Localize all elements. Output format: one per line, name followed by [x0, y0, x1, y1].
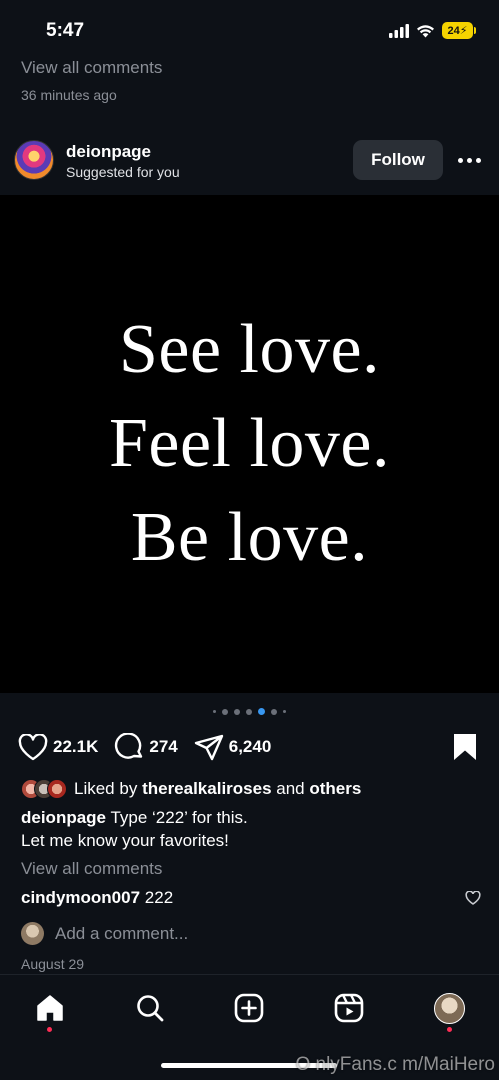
search-icon[interactable]: [135, 993, 165, 1023]
add-comment-row: [21, 922, 355, 945]
quote-line-1: See love.: [118, 311, 381, 388]
create-icon[interactable]: [234, 993, 264, 1023]
liker-avatar: [47, 779, 67, 799]
caption-username[interactable]: deionpage: [21, 808, 106, 827]
quote-line-3: Be love.: [130, 499, 369, 576]
carousel-dot: [234, 708, 240, 715]
post-image[interactable]: See love. Feel love. Be love.: [0, 195, 499, 693]
share-action[interactable]: 6,240: [194, 734, 272, 761]
top-comment-user[interactable]: cindymoon007: [21, 888, 140, 907]
liked-by-and: and: [276, 779, 305, 798]
comments-count[interactable]: 274: [149, 737, 177, 757]
previous-post-time: 36 minutes ago: [21, 87, 117, 103]
heart-icon[interactable]: [18, 733, 48, 761]
signal-icon: [389, 23, 409, 38]
previous-view-all-comments[interactable]: View all comments: [21, 58, 162, 78]
home-icon[interactable]: [35, 993, 65, 1023]
carousel-dot: [246, 708, 252, 715]
post-author-username[interactable]: deionpage: [66, 142, 151, 162]
follow-button[interactable]: Follow: [353, 140, 443, 180]
liked-by-user[interactable]: therealkaliroses: [142, 779, 271, 798]
add-comment-input[interactable]: [55, 923, 355, 944]
more-options-icon[interactable]: [458, 150, 484, 170]
wifi-icon: [417, 24, 434, 37]
nav-profile[interactable]: [432, 991, 466, 1025]
caption-line-2: Let me know your favorites!: [21, 831, 229, 850]
quote-line-2: Feel love.: [108, 405, 391, 482]
carousel-indicator: [0, 708, 499, 715]
share-icon[interactable]: [194, 734, 224, 761]
home-notification-dot: [47, 1027, 52, 1032]
liked-by-text: Liked by therealkaliroses and others: [74, 779, 361, 799]
status-icons: 24 ⚡: [389, 22, 476, 39]
caption-text: Type ‘222’ for this.: [110, 808, 248, 827]
view-all-comments[interactable]: View all comments: [21, 859, 162, 879]
post-date: August 29: [21, 956, 85, 972]
suggested-label: Suggested for you: [66, 164, 180, 180]
liked-by-row[interactable]: Liked by therealkaliroses and others: [21, 779, 361, 799]
reels-icon[interactable]: [334, 993, 364, 1023]
likes-count[interactable]: 22.1K: [53, 737, 98, 757]
liked-by-prefix: Liked by: [74, 779, 138, 798]
status-time: 5:47: [46, 20, 85, 41]
post-caption: deionpage Type ‘222’ for this. Let me kn…: [21, 806, 481, 852]
carousel-dot: [222, 708, 228, 715]
top-comment-text: 222: [144, 888, 174, 907]
nav-create[interactable]: [232, 991, 266, 1025]
nav-home[interactable]: [33, 991, 67, 1025]
battery-indicator: 24 ⚡: [442, 22, 476, 39]
liked-by-others[interactable]: others: [309, 779, 361, 798]
comment-action[interactable]: 274: [114, 733, 178, 761]
post-actions: 22.1K 274 6,240: [18, 733, 287, 761]
comment-icon[interactable]: [114, 733, 144, 761]
profile-avatar[interactable]: [433, 992, 465, 1024]
nav-search[interactable]: [133, 991, 167, 1025]
carousel-dot: [213, 710, 216, 713]
carousel-dot: [271, 708, 277, 715]
bookmark-icon[interactable]: [453, 733, 477, 761]
shares-count[interactable]: 6,240: [229, 737, 272, 757]
profile-notification-dot: [447, 1027, 452, 1032]
carousel-dot-active: [258, 708, 265, 715]
top-comment: cindymoon007 222: [21, 888, 173, 908]
post-author-avatar[interactable]: [14, 140, 54, 180]
battery-level: 24: [447, 24, 460, 37]
carousel-dot: [283, 710, 286, 713]
watermark-text: O nlyFans.c m/MaiHero: [295, 1054, 495, 1075]
like-action[interactable]: 22.1K: [18, 733, 98, 761]
comment-like-heart-icon[interactable]: [465, 891, 481, 905]
current-user-avatar: [21, 922, 44, 945]
nav-reels[interactable]: [332, 991, 366, 1025]
